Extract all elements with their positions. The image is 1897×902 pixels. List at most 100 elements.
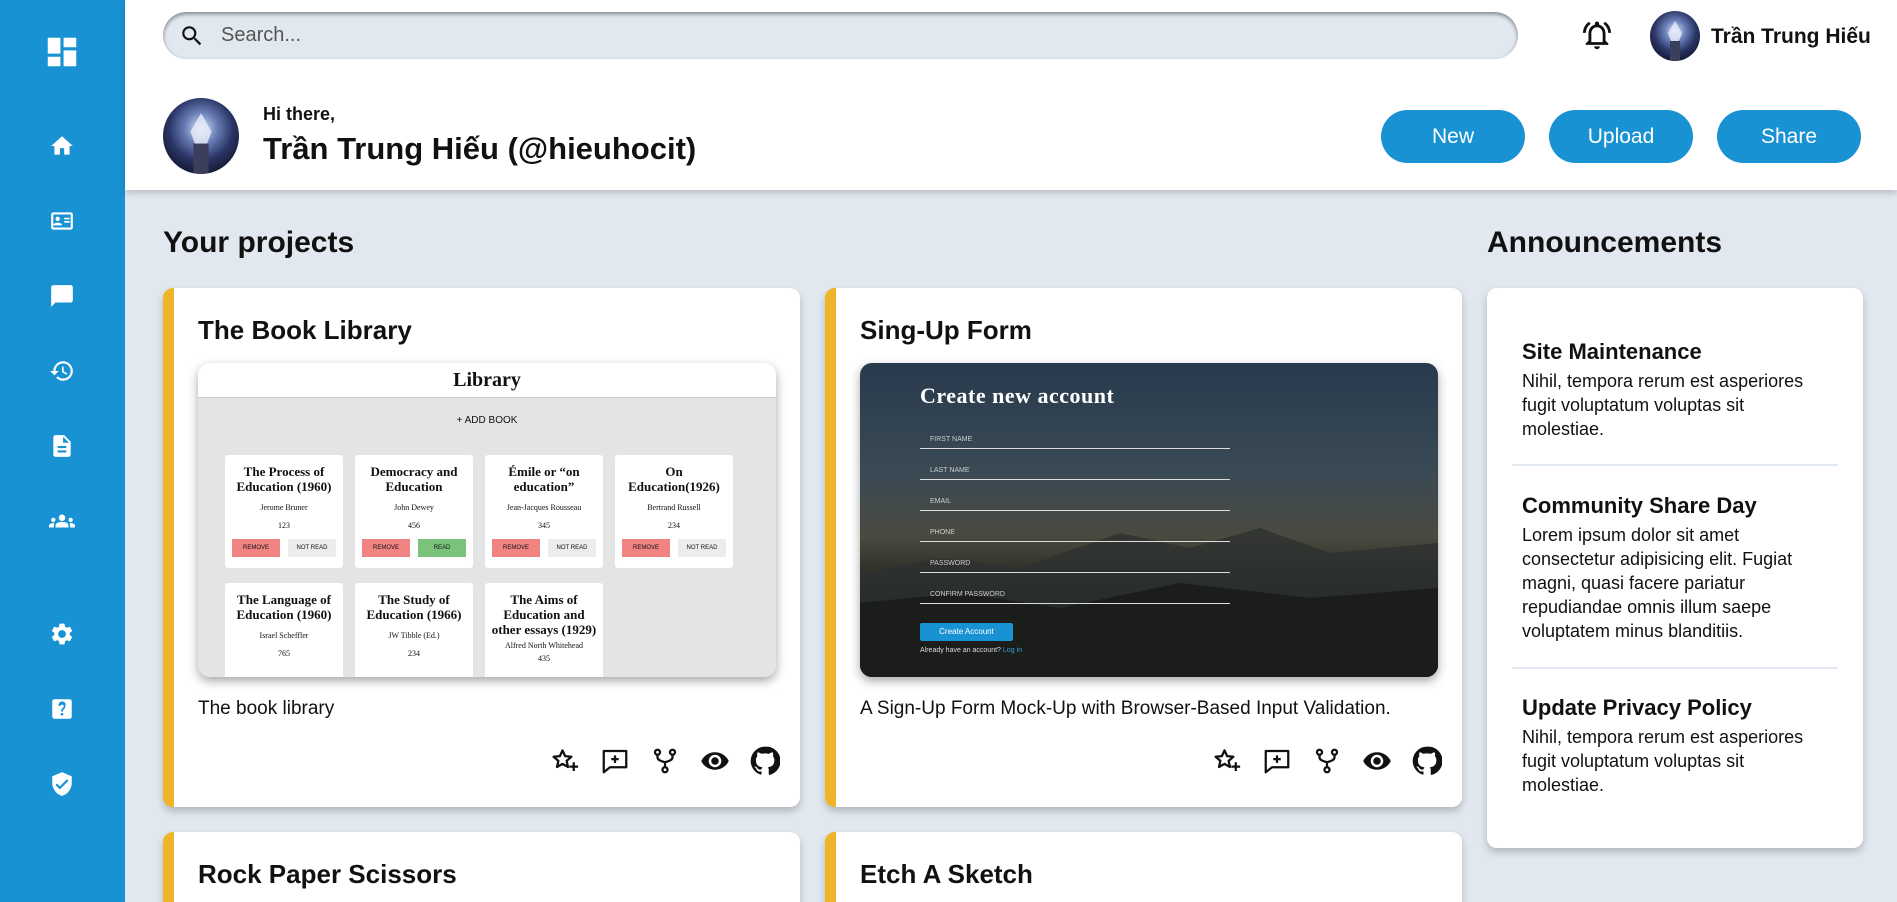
announcements-panel: Site Maintenance Nihil, tempora rerum es… xyxy=(1487,288,1863,848)
book-card: On Education(1926) Bertrand Russell 234 … xyxy=(615,455,733,568)
create-account-button: Create Account xyxy=(920,623,1013,641)
fork-icon[interactable] xyxy=(1312,746,1342,776)
fork-icon[interactable] xyxy=(650,746,680,776)
book-card: The Process of Education (1960) Jerome B… xyxy=(225,455,343,568)
remove-button: REMOVE xyxy=(362,539,410,557)
confirm-password-field: CONFIRM PASSWORD xyxy=(920,573,1230,604)
signup-preview: Create new account FIRST NAME LAST NAME … xyxy=(860,363,1438,677)
settings-icon[interactable] xyxy=(48,620,76,648)
project-actions xyxy=(1212,746,1443,776)
project-card: Sing-Up Form Create new account FIRST NA… xyxy=(825,288,1462,807)
group-icon[interactable] xyxy=(48,507,76,535)
book-author: Jean-Jacques Rousseau xyxy=(506,503,582,512)
project-actions xyxy=(550,746,781,776)
book-pages: 345 xyxy=(538,521,550,530)
avatar[interactable] xyxy=(1650,11,1700,61)
remove-button: REMOVE xyxy=(492,539,540,557)
github-icon[interactable] xyxy=(1412,746,1443,776)
upload-button[interactable]: Upload xyxy=(1549,110,1693,163)
star-add-icon[interactable] xyxy=(1212,746,1242,776)
read-status-button: READ xyxy=(418,539,466,557)
book-pages: 123 xyxy=(278,521,290,530)
project-description: The book library xyxy=(198,698,335,719)
book-author: John Dewey xyxy=(394,503,434,512)
project-preview[interactable]: Create new account FIRST NAME LAST NAME … xyxy=(860,363,1438,677)
profile-name: Trần Trung Hiếu (@hieuhocit) xyxy=(263,131,697,166)
library-heading: Library xyxy=(198,363,776,398)
project-preview[interactable]: Library + ADD BOOK The Process of Educat… xyxy=(198,363,776,677)
book-title: The Language of Education (1960) xyxy=(236,592,332,622)
book-title: The Aims of Education and other essays (… xyxy=(491,592,597,637)
announcement-title[interactable]: Site Maintenance xyxy=(1522,339,1827,365)
remove-button: REMOVE xyxy=(232,539,280,557)
library-preview: Library + ADD BOOK The Process of Educat… xyxy=(198,363,776,677)
contact-card-icon[interactable] xyxy=(48,207,76,235)
announcement-item: Community Share Day Lorem ipsum dolor si… xyxy=(1522,493,1827,643)
announcement-body: Lorem ipsum dolor sit amet consectetur a… xyxy=(1522,525,1793,641)
field-label: PASSWORD xyxy=(930,560,971,567)
new-button[interactable]: New xyxy=(1381,110,1525,163)
read-status-button: NOT READ xyxy=(678,539,726,557)
password-field: PASSWORD xyxy=(920,542,1230,573)
book-card: The Study of Education (1966) JW Tibble … xyxy=(355,583,473,677)
announcement-title[interactable]: Update Privacy Policy xyxy=(1522,695,1827,721)
field-label: LAST NAME xyxy=(930,467,970,474)
book-title: Democracy and Education xyxy=(370,464,458,494)
field-label: EMAIL xyxy=(930,498,952,505)
book-pages: 435 xyxy=(538,654,550,663)
share-button[interactable]: Share xyxy=(1717,110,1861,163)
document-icon[interactable] xyxy=(48,432,76,460)
book-pages: 234 xyxy=(408,649,420,658)
book-title: The Study of Education (1966) xyxy=(366,592,462,622)
field-label: CONFIRM PASSWORD xyxy=(930,591,1005,598)
shield-icon[interactable] xyxy=(48,770,76,798)
project-title[interactable]: Etch A Sketch xyxy=(860,859,1033,890)
history-icon[interactable] xyxy=(48,357,76,385)
comment-add-icon[interactable] xyxy=(1262,746,1292,776)
phone-field: PHONE xyxy=(920,511,1230,542)
comment-add-icon[interactable] xyxy=(600,746,630,776)
remove-button: REMOVE xyxy=(622,539,670,557)
login-link: Log in xyxy=(1002,647,1022,654)
book-author: Israel Scheffler xyxy=(259,631,309,640)
book-author: Alfred North Whitehead xyxy=(504,641,584,650)
chat-icon[interactable] xyxy=(48,282,76,310)
star-add-icon[interactable] xyxy=(550,746,580,776)
project-description: A Sign-Up Form Mock-Up with Browser-Base… xyxy=(860,698,1391,719)
signup-heading: Create new account xyxy=(920,383,1115,408)
home-icon[interactable] xyxy=(48,132,76,160)
read-status-button: NOT READ xyxy=(288,539,336,557)
dashboard-logo-icon[interactable] xyxy=(43,33,81,71)
book-pages: 765 xyxy=(278,649,290,658)
last-name-field: LAST NAME xyxy=(920,449,1230,480)
divider xyxy=(1512,464,1838,466)
announcement-item: Site Maintenance Nihil, tempora rerum es… xyxy=(1522,339,1827,441)
notification-bell-icon[interactable] xyxy=(1580,18,1614,52)
eye-icon[interactable] xyxy=(1362,746,1392,776)
announcement-item: Update Privacy Policy Nihil, tempora rer… xyxy=(1522,695,1827,797)
book-card: The Aims of Education and other essays (… xyxy=(485,583,603,677)
eye-icon[interactable] xyxy=(700,746,730,776)
book-title: The Process of Education (1960) xyxy=(236,464,332,494)
announcement-body: Nihil, tempora rerum est asperiores fugi… xyxy=(1522,371,1804,439)
project-title[interactable]: Sing-Up Form xyxy=(860,315,1032,346)
project-title[interactable]: Rock Paper Scissors xyxy=(198,859,457,890)
github-icon[interactable] xyxy=(750,746,781,776)
book-title: On Education(1926) xyxy=(628,464,720,494)
book-card: The Language of Education (1960) Israel … xyxy=(225,583,343,677)
book-author: JW Tibble (Ed.) xyxy=(388,631,440,640)
book-pages: 234 xyxy=(668,521,680,530)
search-input[interactable] xyxy=(221,20,1481,51)
project-card: Rock Paper Scissors xyxy=(163,832,800,902)
announcement-title[interactable]: Community Share Day xyxy=(1522,493,1827,519)
book-card: Democracy and Education John Dewey 456 R… xyxy=(355,455,473,568)
project-card: The Book Library Library + ADD BOOK The … xyxy=(163,288,800,807)
help-icon[interactable] xyxy=(48,695,76,723)
search-bar xyxy=(163,12,1518,59)
announcements-heading: Announcements xyxy=(1487,226,1723,259)
projects-heading: Your projects xyxy=(163,226,355,259)
header: Trần Trung Hiếu Hi there, Trần Trung Hiế… xyxy=(125,0,1897,190)
book-author: Bertrand Russell xyxy=(647,503,701,512)
profile-avatar xyxy=(163,98,239,174)
project-title[interactable]: The Book Library xyxy=(198,315,412,346)
